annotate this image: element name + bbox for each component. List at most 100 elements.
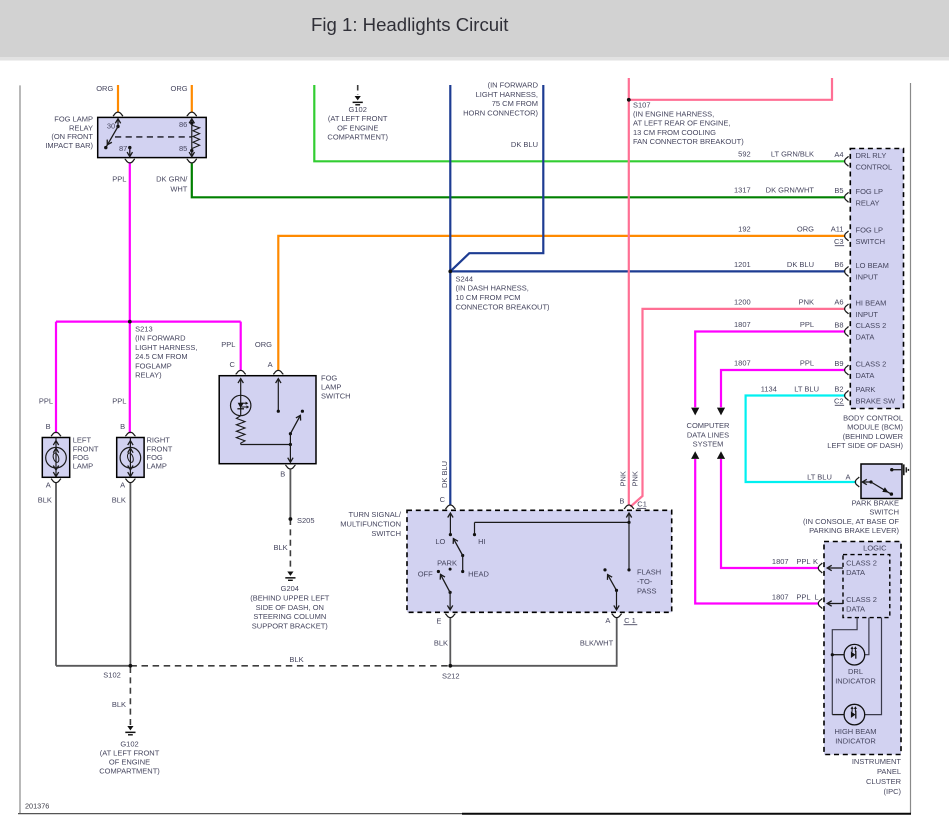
- svg-text:BODY CONTROL: BODY CONTROL: [843, 413, 903, 422]
- svg-text:10 CM FROM PCM: 10 CM FROM PCM: [456, 293, 521, 302]
- svg-text:C: C: [229, 360, 235, 369]
- svg-text:PPL: PPL: [112, 175, 126, 184]
- svg-text:CLASS 2: CLASS 2: [856, 360, 887, 369]
- svg-text:RELAY: RELAY: [69, 123, 93, 132]
- svg-text:B: B: [619, 496, 624, 505]
- svg-text:(IPC): (IPC): [884, 787, 902, 796]
- svg-text:LEFT: LEFT: [73, 436, 92, 445]
- svg-text:INSTRUMENT: INSTRUMENT: [852, 757, 902, 766]
- svg-text:C1: C1: [637, 500, 647, 509]
- svg-text:HI BEAM: HI BEAM: [856, 299, 887, 308]
- svg-text:C3: C3: [834, 237, 844, 246]
- svg-text:FOG: FOG: [321, 373, 337, 382]
- svg-text:DATA: DATA: [846, 568, 865, 577]
- svg-text:B6: B6: [834, 260, 843, 269]
- svg-text:DK BLU: DK BLU: [787, 260, 814, 269]
- svg-text:SUPPORT BRACKET): SUPPORT BRACKET): [252, 621, 328, 630]
- svg-text:SWITCH: SWITCH: [371, 529, 401, 538]
- svg-text:E: E: [436, 616, 441, 625]
- svg-text:PPL: PPL: [221, 340, 235, 349]
- svg-text:S212: S212: [442, 671, 460, 680]
- svg-text:COMPARTMENT): COMPARTMENT): [327, 133, 388, 142]
- svg-text:FOG LP: FOG LP: [856, 187, 884, 196]
- svg-text:WHT: WHT: [170, 184, 187, 193]
- svg-text:K: K: [813, 557, 818, 566]
- svg-text:592: 592: [738, 150, 751, 159]
- svg-text:BLK: BLK: [289, 655, 303, 664]
- svg-text:S213: S213: [135, 325, 153, 334]
- svg-text:85: 85: [179, 144, 187, 153]
- svg-text:SWITCH: SWITCH: [856, 237, 886, 246]
- svg-text:MODULE (BCM): MODULE (BCM): [847, 423, 903, 432]
- svg-text:201376: 201376: [25, 802, 49, 811]
- svg-text:FRONT: FRONT: [147, 444, 173, 453]
- svg-text:PPL: PPL: [800, 320, 814, 329]
- svg-text:192: 192: [738, 224, 751, 233]
- svg-text:RELAY): RELAY): [135, 371, 162, 380]
- svg-text:DATA: DATA: [856, 333, 875, 342]
- svg-text:S107: S107: [633, 100, 651, 109]
- svg-text:LO: LO: [435, 537, 445, 546]
- svg-text:B: B: [120, 422, 125, 431]
- svg-text:87: 87: [119, 144, 127, 153]
- svg-text:PNK: PNK: [618, 471, 627, 486]
- svg-text:(ON FRONT: (ON FRONT: [51, 132, 93, 141]
- svg-text:DK GRN/: DK GRN/: [156, 175, 188, 184]
- svg-text:FOGLAMP: FOGLAMP: [135, 361, 172, 370]
- svg-text:INPUT: INPUT: [856, 310, 879, 319]
- svg-text:B: B: [46, 422, 51, 431]
- svg-text:LAMP: LAMP: [147, 462, 167, 471]
- svg-text:SYSTEM: SYSTEM: [693, 440, 724, 449]
- svg-text:CLUSTER: CLUSTER: [866, 777, 902, 786]
- svg-text:(AT LEFT FRONT: (AT LEFT FRONT: [100, 749, 160, 758]
- svg-text:TURN SIGNAL/: TURN SIGNAL/: [348, 510, 401, 519]
- svg-text:DATA: DATA: [856, 371, 875, 380]
- svg-text:1807: 1807: [734, 358, 751, 367]
- svg-text:FOG LP: FOG LP: [856, 226, 884, 235]
- svg-text:L: L: [814, 593, 818, 602]
- svg-text:COMPUTER: COMPUTER: [687, 421, 731, 430]
- svg-text:PNK: PNK: [631, 471, 640, 486]
- svg-text:1807: 1807: [772, 593, 789, 602]
- svg-text:A: A: [605, 616, 610, 625]
- svg-text:INPUT: INPUT: [856, 273, 879, 282]
- svg-text:FLASH: FLASH: [637, 568, 661, 577]
- svg-text:B5: B5: [834, 186, 843, 195]
- svg-text:B2: B2: [834, 384, 843, 393]
- svg-text:PARK: PARK: [437, 558, 457, 567]
- svg-text:24.5 CM FROM: 24.5 CM FROM: [135, 352, 188, 361]
- svg-text:PANEL: PANEL: [877, 767, 901, 776]
- svg-text:FOG: FOG: [73, 453, 89, 462]
- svg-text:STEERING COLUMN: STEERING COLUMN: [253, 612, 326, 621]
- svg-text:LO BEAM: LO BEAM: [856, 261, 889, 270]
- svg-text:DK BLU: DK BLU: [440, 461, 449, 488]
- svg-text:CONNECTOR BREAKOUT): CONNECTOR BREAKOUT): [456, 303, 551, 312]
- svg-text:OF ENGINE: OF ENGINE: [337, 123, 378, 132]
- svg-text:A: A: [845, 472, 850, 481]
- svg-text:LIGHT HARNESS,: LIGHT HARNESS,: [135, 343, 197, 352]
- svg-text:BLK: BLK: [274, 543, 288, 552]
- svg-text:CLASS 2: CLASS 2: [856, 321, 887, 330]
- svg-text:PPL: PPL: [800, 358, 814, 367]
- svg-text:(IN ENGINE HARNESS,: (IN ENGINE HARNESS,: [633, 110, 714, 119]
- svg-text:DATA LINES: DATA LINES: [687, 430, 729, 439]
- svg-text:A4: A4: [834, 150, 843, 159]
- svg-text:B8: B8: [834, 320, 843, 329]
- svg-text:COMPARTMENT): COMPARTMENT): [99, 767, 160, 776]
- svg-text:PPL: PPL: [796, 593, 810, 602]
- svg-text:BLK: BLK: [112, 700, 126, 709]
- svg-text:A: A: [46, 481, 51, 490]
- svg-text:S102: S102: [103, 671, 121, 680]
- svg-text:INDICATOR: INDICATOR: [835, 677, 876, 686]
- svg-text:ORG: ORG: [171, 84, 188, 93]
- svg-text:OF ENGINE: OF ENGINE: [109, 758, 150, 767]
- svg-text:(IN FORWARD: (IN FORWARD: [488, 81, 539, 90]
- svg-text:1201: 1201: [734, 260, 751, 269]
- svg-text:A: A: [120, 481, 125, 490]
- svg-text:DRL: DRL: [848, 667, 863, 676]
- svg-text:RIGHT: RIGHT: [147, 436, 171, 445]
- svg-text:ORG: ORG: [255, 340, 272, 349]
- svg-text:BRAKE SW: BRAKE SW: [856, 397, 897, 406]
- svg-text:30: 30: [107, 121, 115, 130]
- svg-text:HI: HI: [478, 537, 486, 546]
